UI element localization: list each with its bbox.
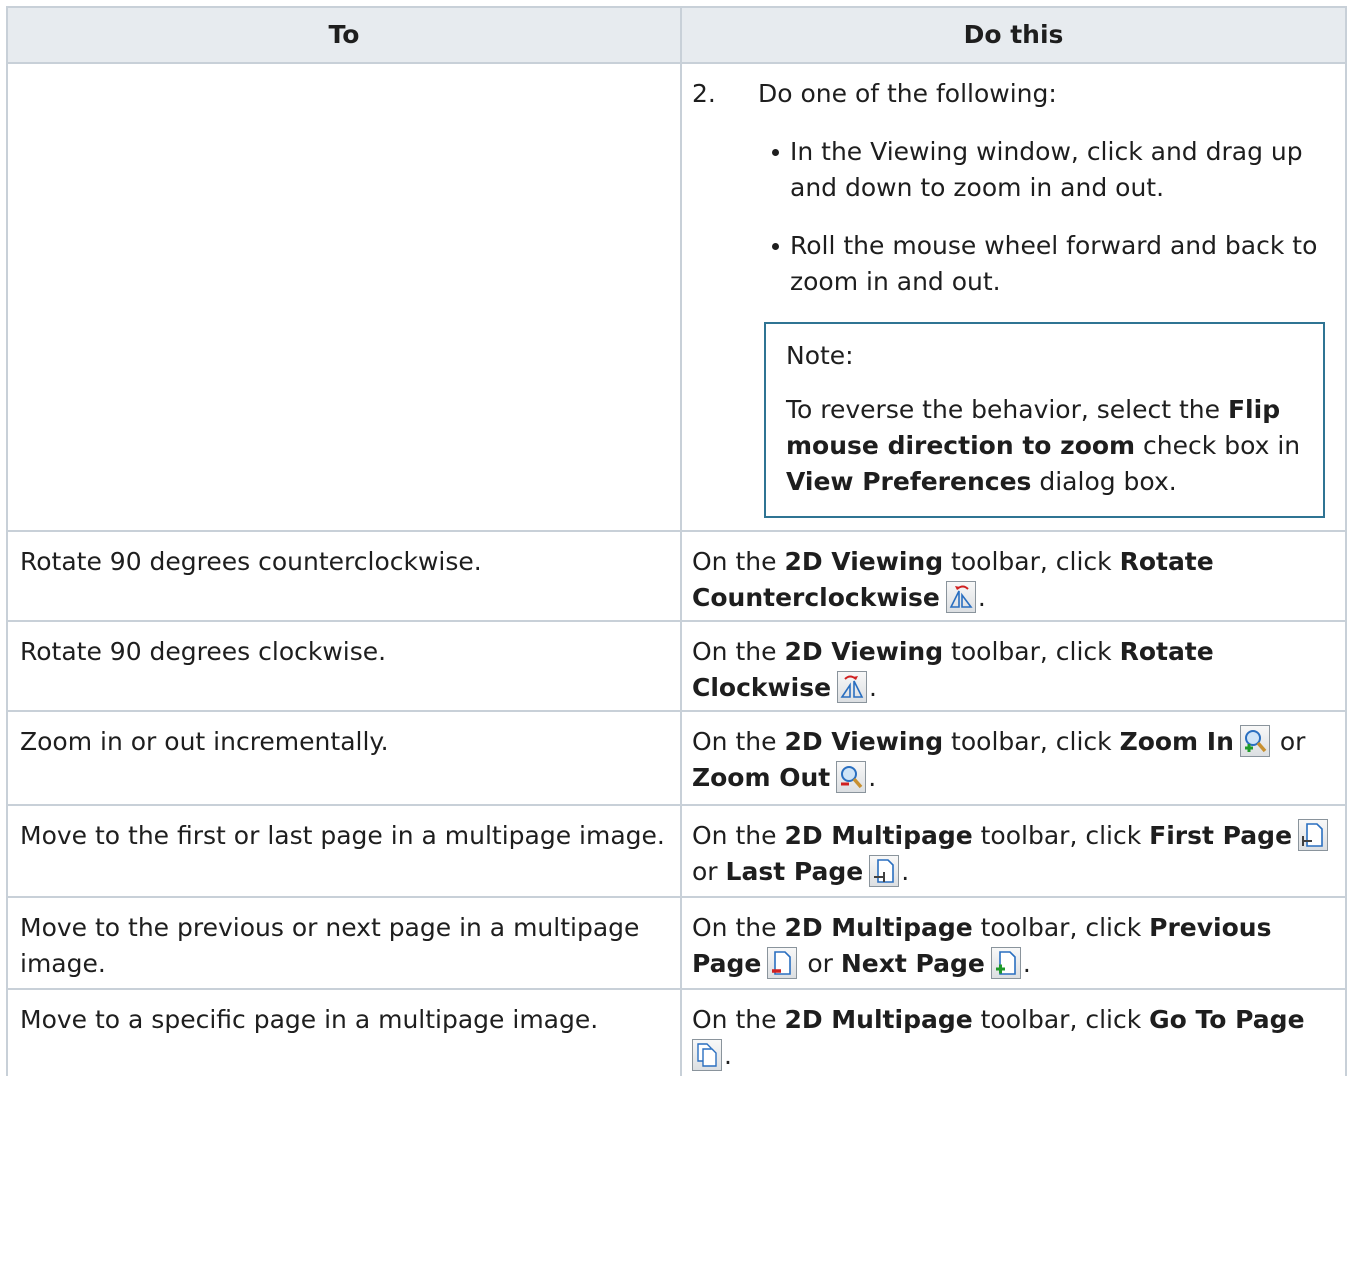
step-item: 2. Do one of the following: [692,76,1335,112]
cell-to: Move to the previous or next page in a m… [6,896,682,990]
toolbar-name: 2D Multipage [784,1005,973,1034]
text-part: or [1271,727,1306,756]
text-part: . [901,857,910,886]
note-text-part: To reverse the behavior, select the [786,395,1228,424]
bullet-item: Roll the mouse wheel forward and back to… [772,228,1335,300]
command-name: Zoom Out [692,763,831,792]
note-box: Note: To reverse the behavior, select th… [764,322,1325,518]
cell-do-this: On the 2D Multipage toolbar, click First… [680,804,1347,898]
go-to-page-icon [692,1039,722,1071]
command-name: Last Page [725,857,864,886]
command-name: Go To Page [1149,1005,1305,1034]
cell-do-this: On the 2D Viewing toolbar, click Rotate … [680,530,1347,622]
note-title: Note: [786,341,854,370]
text-part: On the [692,821,785,850]
toolbar-name: 2D Viewing [784,727,944,756]
cell-do-this: On the 2D Multipage toolbar, click Go To… [680,988,1347,1076]
bullet-item: In the Viewing window, click and drag up… [772,134,1335,206]
text-part: . [868,763,877,792]
table-row: Move to a specific page in a multipage i… [6,988,1347,1076]
table-row: 2. Do one of the following: In the Viewi… [6,62,1347,532]
cell-to: Zoom in or out incrementally. [6,710,682,806]
text-part: On the [692,913,785,942]
header-do-this: Do this [680,6,1347,64]
toolbar-name: 2D Viewing [784,547,944,576]
rotate-counterclockwise-icon [945,581,976,613]
text-part: On the [692,637,785,666]
previous-page-icon [767,947,798,979]
cell-to: Rotate 90 degrees clockwise. [6,620,682,712]
text-part: toolbar, click [943,547,1120,576]
text-part: . [977,583,986,612]
cell-to: Move to a specific page in a multipage i… [6,988,682,1076]
cell-do-this: On the 2D Viewing toolbar, click Rotate … [680,620,1347,712]
view-preferences-dialog-name: View Preferences [786,467,1032,496]
text-part: On the [692,1005,785,1034]
text-part: On the [692,727,785,756]
text-part: toolbar, click [972,1005,1150,1034]
toolbar-name: 2D Multipage [784,821,973,850]
table-row: Move to the previous or next page in a m… [6,896,1347,990]
last-page-icon [869,855,900,887]
zoom-out-icon [836,761,867,793]
table-row: Rotate 90 degrees counterclockwise. On t… [6,530,1347,622]
step-number: 2. [692,79,716,108]
command-name: Next Page [840,949,985,978]
first-page-icon [1298,819,1329,851]
toolbar-name: 2D Viewing [784,637,944,666]
cell-to-empty [6,62,682,532]
note-text-part: check box in [1135,431,1301,460]
zoom-in-icon [1239,725,1270,757]
next-page-icon [990,947,1021,979]
text-part: toolbar, click [943,727,1120,756]
table-row: Move to the first or last page in a mult… [6,804,1347,898]
command-name: First Page [1149,821,1293,850]
text-part: On the [692,547,785,576]
text-part: . [724,1041,732,1070]
cell-do-this: On the 2D Multipage toolbar, click Previ… [680,896,1347,990]
note-text: To reverse the behavior, select the Flip… [786,392,1303,500]
bullet-list: In the Viewing window, click and drag up… [692,134,1335,300]
cell-to: Rotate 90 degrees counterclockwise. [6,530,682,622]
toolbar-name: 2D Multipage [784,913,973,942]
text-part: . [869,673,877,702]
text-part: toolbar, click [972,821,1150,850]
cell-do-this: On the 2D Viewing toolbar, click Zoom In… [680,710,1347,806]
text-part: or [799,949,841,978]
text-part: . [1022,949,1031,978]
table-header-row: To Do this [6,6,1347,64]
command-name: Zoom In [1119,727,1234,756]
header-to: To [6,6,682,64]
text-part: or [692,857,726,886]
note-text-part: dialog box. [1031,467,1177,496]
table-row: Rotate 90 degrees clockwise. On the 2D V… [6,620,1347,712]
step-text: Do one of the following: [758,79,1057,108]
text-part: toolbar, click [943,637,1120,666]
instructions-table: To Do this 2. Do one of the following: I… [6,6,1347,1076]
text-part: toolbar, click [972,913,1150,942]
cell-do-this: 2. Do one of the following: In the Viewi… [680,62,1347,532]
rotate-clockwise-icon [837,671,868,703]
table-row: Zoom in or out incrementally. On the 2D … [6,710,1347,806]
cell-to: Move to the first or last page in a mult… [6,804,682,898]
